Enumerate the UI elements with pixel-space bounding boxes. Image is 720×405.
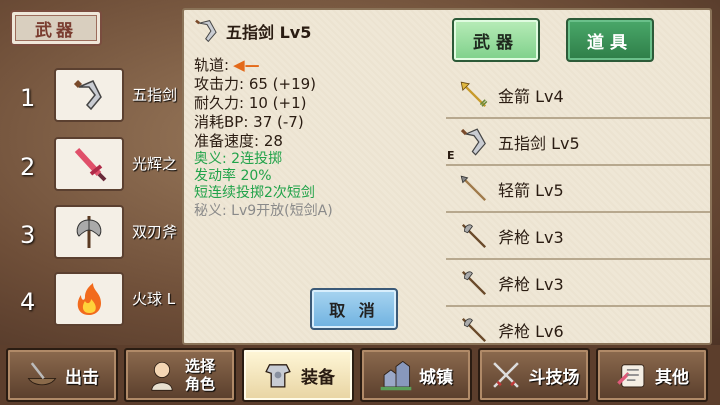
five-finger-sword-icon [195,19,217,43]
nav-label: 装备 [301,367,335,388]
list-item[interactable]: 轻箭 Lv5 [446,166,710,213]
nav-other[interactable]: 其他 [596,348,708,402]
nav-label-line1: 选择 [184,357,215,375]
weapon-detail-panel: 五指剑 Lv5 轨道: ◀— 攻击力: 65 (+19) 耐久力: 10 (+1)… [182,8,712,345]
fireball-icon [54,272,124,326]
skill-rate: 发动率 20% [194,168,272,184]
list-item-label: 金箭 Lv4 [498,86,564,106]
gold-arrow-icon [460,81,488,107]
character-icon [151,361,173,391]
cancel-button[interactable]: 取 消 [310,288,398,330]
nav-label: 出击 [65,367,99,388]
bp-cost-stat: 消耗BP: 37 (-7) [194,113,304,131]
durability-stat: 耐久力: 10 (+1) [194,94,307,112]
nav-label: 选择 角色 [185,357,215,393]
nav-label: 城镇 [419,367,453,388]
list-item-label: 斧枪 Lv3 [498,227,564,247]
nav-label-line2: 角色 [184,375,215,393]
nav-equipment[interactable]: 装备 [242,348,354,402]
equip-slot-2[interactable]: 2 光辉之 [18,137,193,195]
list-item[interactable]: 斧枪 Lv3 [446,260,710,307]
equip-slot-4[interactable]: 4 火球 L [18,272,193,330]
skill-desc: 短连续投掷2次短剑 [194,185,315,201]
background-weapon-tag: 武器 [10,10,102,46]
orange-arrow-icon: ◀— [233,56,260,74]
nav-arena[interactable]: 斗技场 [478,348,590,402]
nav-town[interactable]: 城镇 [360,348,472,402]
five-finger-sword-icon [54,68,124,122]
slot-number: 4 [20,288,36,316]
weapon-list: 金箭 Lv4 E 五指剑 Lv5 轻箭 Lv5 斧枪 Lv3 斧枪 Lv3 斧枪… [446,72,710,343]
other-icon [617,364,645,388]
halberd-icon [461,270,487,295]
nav-label: 斗技场 [528,367,580,388]
radiant-sword-icon [54,137,124,191]
skill-name: 奥义: 2连投掷 [194,151,283,167]
sortie-icon [27,362,57,386]
slot-name: 双刃斧 [132,223,178,241]
ready-speed-stat: 准备速度: 28 [194,132,283,150]
equip-slot-1[interactable]: 1 五指剑 [18,68,193,126]
weapon-title: 五指剑 Lv5 [194,18,444,44]
town-icon [380,360,412,391]
halberd-icon [461,223,487,248]
five-finger-sword-icon [460,127,486,156]
list-item[interactable]: 斧枪 Lv6 [446,307,710,343]
bottom-nav: 出击 选择 角色 装备 城镇 斗技场 其他 [0,345,720,405]
list-item-label: 斧枪 Lv3 [498,274,564,294]
arena-swords-icon [492,362,519,388]
track-label: 轨道: [194,56,230,74]
list-item[interactable]: 斧枪 Lv3 [446,213,710,260]
slot-name: 火球 L [132,290,176,308]
double-axe-icon [54,205,124,259]
nav-label: 其他 [655,367,689,388]
halberd-icon [461,317,487,342]
list-item-label: 五指剑 Lv5 [498,133,580,153]
equipped-mark: E [447,149,455,162]
list-item-label: 轻箭 Lv5 [498,180,564,200]
secret-skill: 秘义: Lv9开放(短剑A) [194,203,333,219]
list-item-label: 斧枪 Lv6 [498,321,564,341]
tab-weapon[interactable]: 武器 [452,18,540,62]
attack-stat: 攻击力: 65 (+19) [194,75,317,93]
equip-slot-3[interactable]: 3 双刃斧 [18,205,193,263]
list-item[interactable]: E 五指剑 Lv5 [446,119,710,166]
track-row: 轨道: ◀— [194,56,444,75]
slot-number: 3 [20,221,36,249]
nav-sortie[interactable]: 出击 [6,348,118,402]
list-item[interactable]: 金箭 Lv4 [446,72,710,119]
slot-name: 光辉之 [132,155,178,173]
nav-select-character[interactable]: 选择 角色 [124,348,236,402]
armor-icon [265,364,291,388]
slot-number: 2 [20,153,36,181]
slot-number: 1 [20,84,36,112]
weapon-stats: 五指剑 Lv5 轨道: ◀— 攻击力: 65 (+19) 耐久力: 10 (+1)… [194,18,444,220]
tab-items[interactable]: 道具 [566,18,654,62]
slot-name: 五指剑 [132,86,178,104]
weapon-title-text: 五指剑 Lv5 [226,23,312,42]
light-arrow-icon [460,175,487,201]
